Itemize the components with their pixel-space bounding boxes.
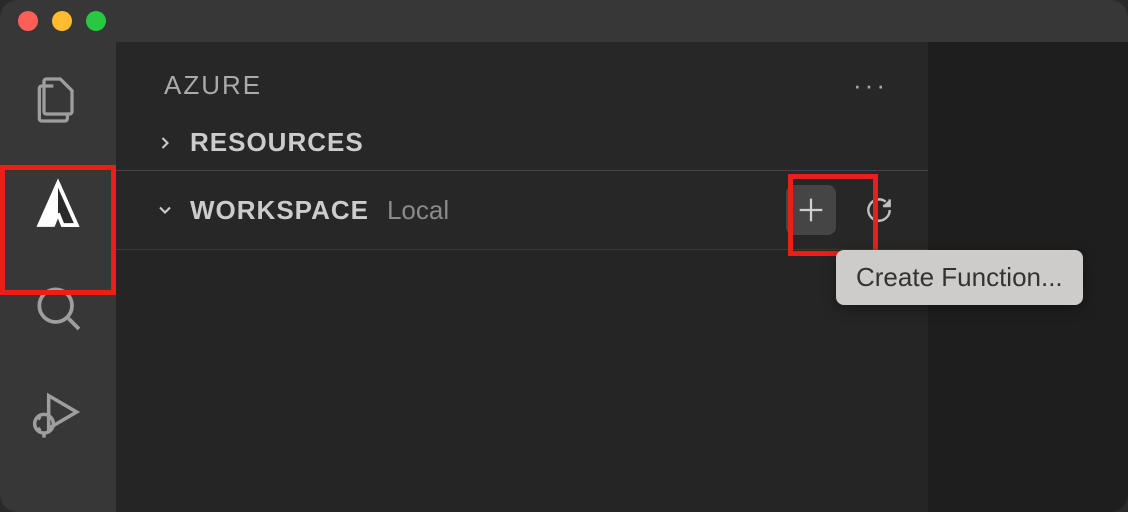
chevron-down-icon bbox=[154, 199, 176, 221]
refresh-button[interactable] bbox=[854, 185, 904, 235]
files-icon bbox=[30, 72, 86, 128]
activity-explorer[interactable] bbox=[0, 72, 116, 128]
activity-search[interactable] bbox=[0, 280, 116, 336]
maximize-window-button[interactable] bbox=[86, 11, 106, 31]
section-resources[interactable]: RESOURCES bbox=[116, 119, 928, 166]
run-debug-icon bbox=[30, 384, 86, 440]
azure-sidebar-panel: AZURE ··· RESOURCES WORKSPACE Local bbox=[116, 42, 928, 512]
azure-icon bbox=[30, 176, 86, 232]
chevron-right-icon bbox=[154, 132, 176, 154]
workspace-label: WORKSPACE bbox=[190, 195, 369, 226]
activity-run-debug[interactable] bbox=[0, 384, 116, 440]
plus-icon bbox=[794, 193, 828, 227]
workspace-description: Local bbox=[387, 195, 449, 226]
more-actions-button[interactable]: ··· bbox=[853, 70, 888, 101]
workspace-content bbox=[116, 250, 928, 512]
window-titlebar bbox=[0, 0, 1128, 42]
activity-bar bbox=[0, 42, 116, 512]
resources-label: RESOURCES bbox=[190, 127, 364, 158]
refresh-icon bbox=[863, 194, 895, 226]
search-icon bbox=[30, 280, 86, 336]
minimize-window-button[interactable] bbox=[52, 11, 72, 31]
panel-title: AZURE bbox=[164, 70, 262, 101]
activity-azure[interactable] bbox=[0, 176, 116, 232]
section-workspace[interactable]: WORKSPACE Local bbox=[116, 171, 928, 250]
create-button[interactable] bbox=[786, 185, 836, 235]
create-function-tooltip[interactable]: Create Function... bbox=[836, 250, 1083, 305]
close-window-button[interactable] bbox=[18, 11, 38, 31]
